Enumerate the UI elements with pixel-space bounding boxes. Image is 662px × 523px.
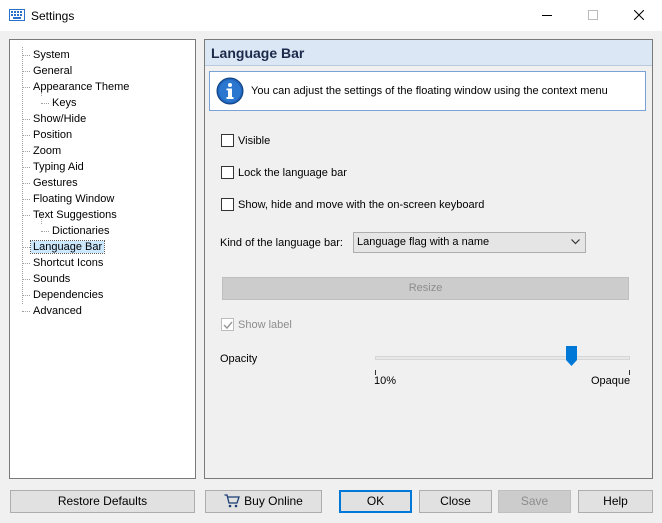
tree-item-gestures[interactable]: Gestures — [31, 175, 80, 191]
tree-item-label: Dependencies — [33, 289, 104, 301]
checkbox-box[interactable] — [221, 134, 234, 147]
tree-line — [22, 55, 30, 56]
checkbox-box[interactable] — [221, 318, 234, 331]
save-button[interactable]: Save — [498, 490, 571, 513]
close-window-button[interactable] — [616, 0, 662, 31]
kind-select[interactable]: Language flag with a name — [353, 232, 586, 253]
tree-item-system[interactable]: System — [31, 47, 72, 63]
tree-item-label: Zoom — [33, 145, 62, 157]
tree-line — [22, 295, 30, 296]
opacity-max-label: Opaque — [591, 375, 631, 387]
tree-line — [22, 311, 30, 312]
tree-item-label: Shortcut Icons — [33, 257, 104, 269]
ok-button[interactable]: OK — [339, 490, 412, 513]
tree-line — [22, 199, 30, 200]
info-box: You can adjust the settings of the float… — [209, 71, 646, 111]
tree-item-general[interactable]: General — [31, 63, 74, 79]
keyboard-icon — [9, 9, 25, 21]
minimize-button[interactable] — [524, 0, 570, 31]
title-bar: Settings — [0, 0, 662, 31]
tree-item-text-suggestions[interactable]: Text Suggestions — [31, 207, 119, 223]
tree-line — [22, 167, 30, 168]
tree-item-dependencies[interactable]: Dependencies — [31, 287, 105, 303]
tree-line — [22, 135, 30, 136]
resize-button[interactable]: Resize — [222, 277, 629, 300]
tree-line — [22, 183, 30, 184]
tree-item-sounds[interactable]: Sounds — [31, 271, 72, 287]
tree-item-language-bar[interactable]: Language Bar — [29, 239, 106, 255]
tree-item-label: General — [33, 65, 73, 77]
tree-line — [41, 231, 49, 232]
tree-item-keys[interactable]: Keys — [50, 95, 78, 111]
lock-label: Lock the language bar — [238, 167, 347, 179]
checkbox-box[interactable] — [221, 166, 234, 179]
tree-item-position[interactable]: Position — [31, 127, 74, 143]
tree-item-label: Language Bar — [29, 240, 106, 254]
tree-line — [22, 215, 30, 216]
tree-item-label: Appearance Theme — [33, 81, 130, 93]
tree-item-shortcut-icons[interactable]: Shortcut Icons — [31, 255, 105, 271]
language-bar-panel: Language Bar You can adjust the settings… — [204, 39, 653, 479]
tree-item-show-hide[interactable]: Show/Hide — [31, 111, 88, 127]
buy-online-label: Buy Online — [244, 494, 303, 508]
buy-online-button[interactable]: Buy Online — [205, 490, 322, 513]
tree-item-label: Advanced — [33, 305, 82, 317]
kind-select-value: Language flag with a name — [357, 236, 490, 248]
tree-item-label: Typing Aid — [33, 161, 84, 173]
tree-item-label: Floating Window — [33, 193, 115, 205]
tree-item-label: Keys — [52, 97, 77, 109]
tree-item-label: Text Suggestions — [33, 209, 117, 221]
tree-item-label: Sounds — [33, 273, 71, 285]
tree-line — [22, 247, 30, 248]
settings-tree[interactable]: System General Appearance Theme Keys Show/Hi… — [9, 39, 196, 479]
tree-item-typing-aid[interactable]: Typing Aid — [31, 159, 86, 175]
check-icon — [223, 321, 233, 330]
restore-defaults-button[interactable]: Restore Defaults — [10, 490, 195, 513]
checkbox-box[interactable] — [221, 198, 234, 211]
tree-item-label: Gestures — [33, 177, 78, 189]
tree-item-label: Position — [33, 129, 73, 141]
tree-item-label: System — [33, 49, 70, 61]
minimize-icon — [542, 15, 552, 16]
opacity-min-label: 10% — [374, 375, 397, 387]
tree-line — [22, 119, 30, 120]
maximize-button[interactable] — [570, 0, 616, 31]
tree-line — [22, 263, 30, 264]
info-icon — [216, 77, 244, 105]
opacity-slider-track[interactable] — [375, 356, 630, 360]
showhide-label: Show, hide and move with the on-screen k… — [238, 199, 485, 211]
kind-label: Kind of the language bar: — [220, 237, 343, 249]
tree-item-label: Show/Hide — [33, 113, 87, 125]
info-text: You can adjust the settings of the float… — [251, 85, 608, 97]
panel-title: Language Bar — [205, 40, 652, 66]
tree-item-advanced[interactable]: Advanced — [31, 303, 84, 319]
shopping-cart-icon — [224, 494, 241, 508]
tree-item-dictionaries[interactable]: Dictionaries — [50, 223, 111, 239]
tree-item-appearance-theme[interactable]: Appearance Theme — [31, 79, 131, 95]
tree-item-label: Dictionaries — [52, 225, 110, 237]
tree-line — [22, 279, 30, 280]
tree-item-floating-window[interactable]: Floating Window — [31, 191, 116, 207]
tree-line — [22, 87, 30, 88]
tree-line — [41, 103, 49, 104]
tree-line — [22, 47, 23, 304]
show-label-label: Show label — [238, 319, 292, 331]
close-icon — [634, 10, 644, 20]
visible-label: Visible — [238, 135, 271, 147]
opacity-label: Opacity — [220, 353, 258, 365]
close-button[interactable]: Close — [419, 490, 492, 513]
window-title: Settings — [31, 9, 75, 23]
opacity-slider-thumb[interactable] — [566, 346, 577, 366]
tree-line — [22, 151, 30, 152]
tree-line — [22, 71, 30, 72]
chevron-down-icon — [571, 239, 580, 245]
help-button[interactable]: Help — [578, 490, 653, 513]
maximize-icon — [588, 10, 598, 20]
tree-item-zoom[interactable]: Zoom — [31, 143, 63, 159]
